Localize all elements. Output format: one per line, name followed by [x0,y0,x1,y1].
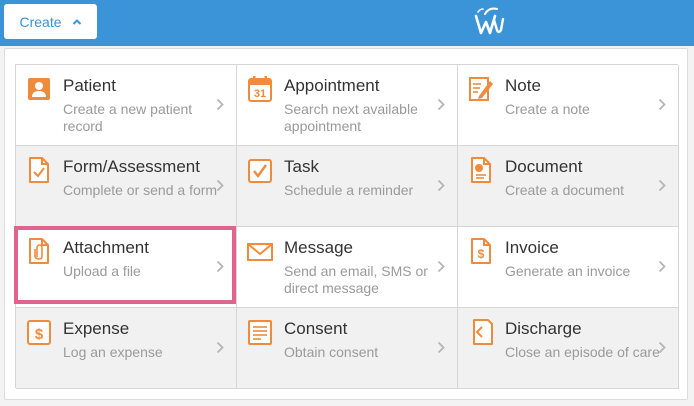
invoice-icon: $ [468,237,494,265]
menu-item-task[interactable]: Task Schedule a reminder [237,146,458,227]
menu-item-title: Invoice [505,238,559,257]
chevron-right-icon [216,260,224,273]
chevron-right-icon [658,98,666,111]
menu-item-description: Complete or send a form [63,182,218,198]
calendar-day-text: 31 [254,88,266,100]
menu-item-title: Form/Assessment [63,157,200,176]
chevron-up-icon [72,18,81,25]
menu-item-description: Search next available appointment [284,101,418,134]
menu-item-title: Consent [284,319,348,338]
task-checkbox-icon [247,156,273,184]
chevron-right-icon [216,341,224,354]
form-icon [26,156,52,184]
menu-item-attachment[interactable]: Attachment Upload a file [16,227,237,308]
create-button-label: Create [19,13,62,30]
menu-item-patient[interactable]: Patient Create a new patient record [16,65,237,146]
chevron-right-icon [437,179,445,192]
menu-item-title: Task [284,157,319,176]
discharge-icon [468,318,494,346]
top-bar: Create [0,0,694,46]
svg-text:$: $ [478,247,485,261]
menu-item-description: Create a new patient record [63,101,193,134]
menu-item-description: Generate an invoice [505,263,631,279]
menu-item-title: Appointment [284,76,380,95]
chevron-right-icon [216,98,224,111]
menu-item-description: Obtain consent [284,344,379,360]
chevron-right-icon [658,179,666,192]
chevron-right-icon [658,341,666,354]
menu-item-appointment[interactable]: 31 Appointment Search next available app… [237,65,458,146]
menu-item-description: Close an episode of care [505,344,660,360]
consent-icon [247,318,273,346]
calendar-icon: 31 [247,75,273,103]
svg-text:$: $ [35,326,44,343]
expense-icon: $ [26,318,52,346]
menu-item-title: Patient [63,76,116,95]
paperclip-icon [26,237,52,265]
menu-item-discharge[interactable]: Discharge Close an episode of care [458,308,679,389]
menu-item-title: Discharge [505,319,582,338]
menu-item-description: Schedule a reminder [284,182,414,198]
envelope-icon [247,237,273,265]
chevron-right-icon [658,260,666,273]
menu-item-description: Create a document [505,182,625,198]
chevron-right-icon [437,260,445,273]
menu-item-consent[interactable]: Consent Obtain consent [237,308,458,389]
wu-logo-icon [474,7,505,35]
menu-item-title: Note [505,76,541,95]
create-menu-grid: Patient Create a new patient record 31 A… [15,64,679,389]
chevron-right-icon [437,98,445,111]
menu-item-invoice[interactable]: $ Invoice Generate an invoice [458,227,679,308]
chevron-right-icon [437,341,445,354]
chevron-right-icon [216,179,224,192]
menu-item-expense[interactable]: $ Expense Log an expense [16,308,237,389]
menu-item-title: Message [284,238,353,257]
menu-item-note[interactable]: Note Create a note [458,65,679,146]
patient-icon [26,75,52,103]
menu-item-description: Log an expense [63,344,163,360]
menu-item-description: Upload a file [63,263,141,279]
menu-item-description: Send an email, SMS or direct message [284,263,428,296]
document-icon [468,156,494,184]
menu-item-form-assessment[interactable]: Form/Assessment Complete or send a form [16,146,237,227]
menu-item-title: Expense [63,319,130,338]
menu-item-document[interactable]: Document Create a document [458,146,679,227]
note-icon [468,75,494,103]
menu-item-title: Attachment [63,238,149,257]
menu-item-title: Document [505,157,583,176]
menu-item-message[interactable]: Message Send an email, SMS or direct mes… [237,227,458,308]
menu-item-description: Create a note [505,101,590,117]
create-button[interactable]: Create [4,4,97,39]
